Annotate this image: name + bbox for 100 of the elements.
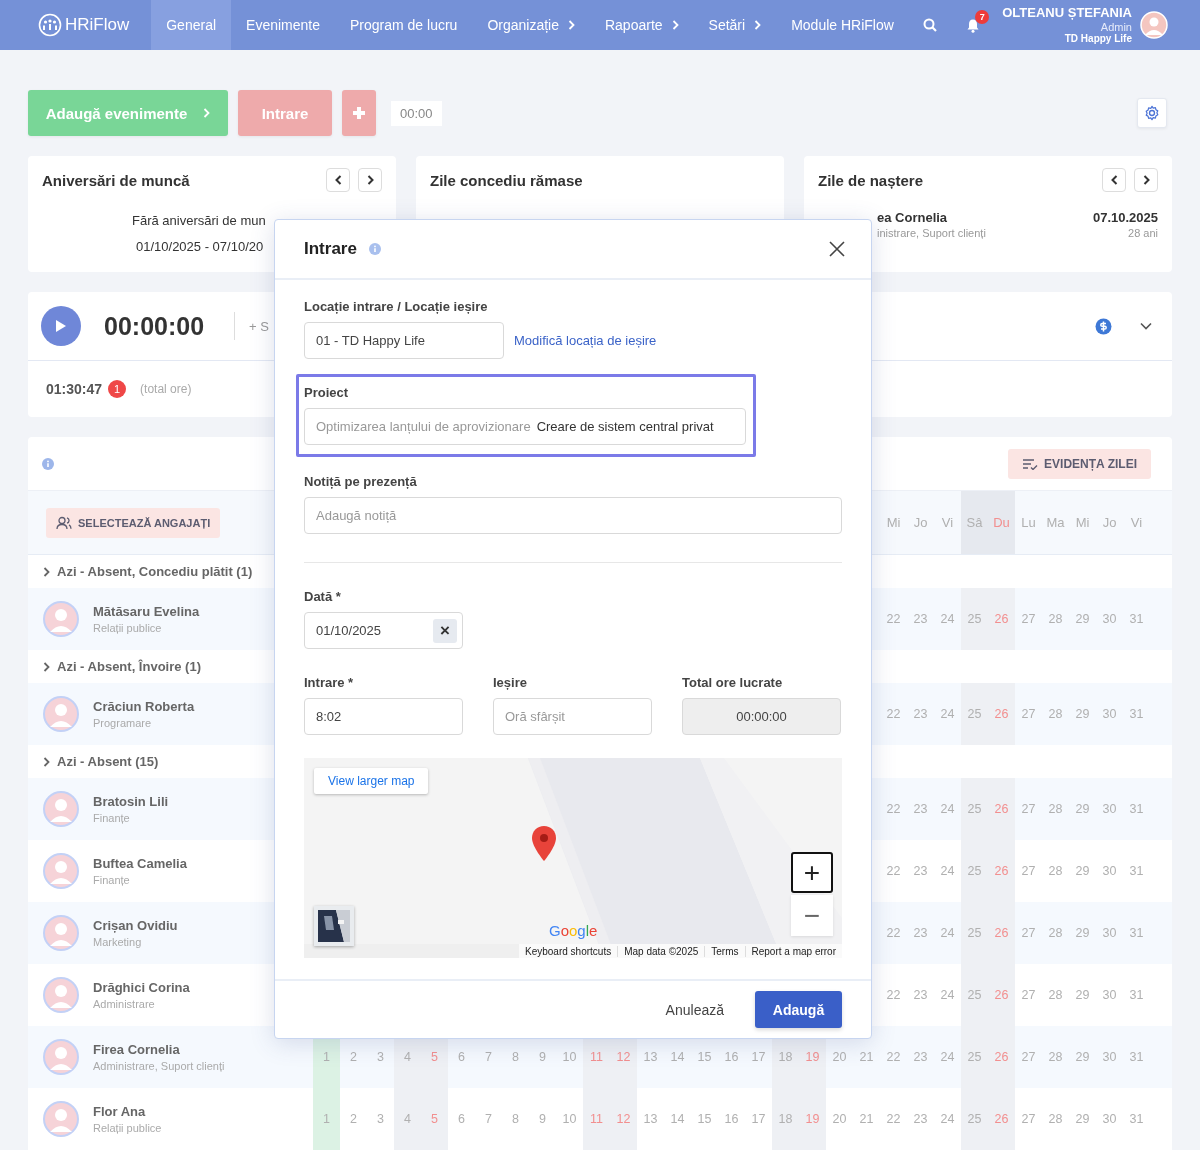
close-icon[interactable] <box>829 241 845 257</box>
day-cell-text: 31 <box>1128 801 1145 818</box>
avatar <box>43 696 79 732</box>
avatar <box>43 977 79 1013</box>
day-cell-text: 24 <box>939 706 956 723</box>
chevron-right-icon <box>1142 175 1150 185</box>
bell-icon[interactable] <box>966 17 981 33</box>
submit-button[interactable]: Adaugă <box>755 991 842 1028</box>
change-location-link[interactable]: Modifică locația de ieșire <box>514 333 657 348</box>
day-cell-text: 30 <box>1101 1049 1118 1066</box>
dollar-icon[interactable] <box>1095 317 1112 335</box>
select-employees-button[interactable]: SELECTEAZĂ ANGAJAȚI <box>46 507 221 538</box>
avatar[interactable] <box>1140 11 1168 39</box>
user-name: OLTEANU ȘTEFANIA <box>1002 6 1132 21</box>
day-cell-text: 23 <box>912 863 929 880</box>
day-cell-text: 22 <box>885 706 902 723</box>
view-larger-map-button[interactable]: View larger map <box>314 768 429 794</box>
employee-department: Finanțe <box>93 812 131 824</box>
nav-tab[interactable]: Rapoarte <box>589 0 694 50</box>
brand-name: HRiFlow <box>65 15 130 35</box>
map-link[interactable]: Report a map error <box>744 945 842 957</box>
day-cell: 19 <box>799 1088 826 1150</box>
day-cell-text: 29 <box>1074 1111 1091 1128</box>
map-link[interactable]: Terms <box>704 945 745 957</box>
zoom-in-button[interactable]: + <box>791 852 833 893</box>
next-button[interactable] <box>358 168 382 192</box>
avatar <box>43 601 79 637</box>
day-cell-text: 22 <box>885 611 902 628</box>
project-select[interactable]: Optimizarea lanțului de aprovizionare Creare de sistem central privat <box>304 408 746 445</box>
total-label: (total ore) <box>140 382 192 396</box>
day-cell-text: 27 <box>1020 925 1037 942</box>
day-cell: 25 <box>961 964 988 1026</box>
weekday-header: Jo <box>1101 514 1118 532</box>
day-cell-text: 7 <box>484 1049 493 1066</box>
day-cell-text: 27 <box>1020 1049 1037 1066</box>
dialog-title: Intrare <box>304 239 357 259</box>
day-cell-text: 30 <box>1101 863 1118 880</box>
day-cell-text: 20 <box>831 1049 848 1066</box>
clear-button[interactable]: × <box>433 618 457 643</box>
chevron-right-icon <box>43 566 50 577</box>
day-record-button[interactable]: EVIDENȚA ZILEI <box>1008 448 1151 479</box>
employee-name: Flor Ana <box>93 1104 147 1119</box>
group-header[interactable]: Azi - Absent, Concediu plătit (1) <box>43 555 253 588</box>
previous-button[interactable] <box>326 168 350 192</box>
day-cell-text: 31 <box>1128 611 1145 628</box>
day-cell-text: 17 <box>750 1111 767 1128</box>
nav-tab[interactable]: Evenimente <box>231 0 335 50</box>
day-cell-text: 27 <box>1020 1111 1037 1128</box>
day-cell-text: 27 <box>1020 987 1037 1004</box>
previous-button[interactable] <box>1102 168 1126 192</box>
nav-tab[interactable]: Module HRiFlow <box>776 0 909 50</box>
day-cell-text: 31 <box>1128 863 1145 880</box>
location-select[interactable]: 01 - TD Happy Life <box>304 322 504 359</box>
nav-tab[interactable]: Organizație <box>472 0 590 50</box>
day-cell-text: 30 <box>1101 706 1118 723</box>
zoom-out-button[interactable]: − <box>791 895 833 936</box>
day-cell-text: 24 <box>939 1049 956 1066</box>
day-cell-text: 9 <box>538 1049 547 1066</box>
day-cell: 4 <box>394 1088 421 1150</box>
day-cell: 26 <box>988 588 1015 650</box>
group-header[interactable]: Azi - Absent (15) <box>43 745 159 778</box>
avatar <box>43 853 79 889</box>
settings-icon <box>1144 104 1160 122</box>
time-field[interactable]: 8:02 <box>304 698 463 735</box>
date-field[interactable]: 01/10/2025 × <box>304 612 463 649</box>
search-icon[interactable] <box>922 18 937 32</box>
map-logo: Google <box>549 922 598 939</box>
card-title: Zile concediu rămase <box>430 171 583 189</box>
day-cell-text: 27 <box>1020 863 1037 880</box>
day-cell-text: 28 <box>1047 1111 1064 1128</box>
day-cell-text: 30 <box>1101 1111 1118 1128</box>
employee-department: Administrare <box>93 998 156 1010</box>
day-cell: 26 <box>988 964 1015 1026</box>
action-link[interactable]: + S <box>249 318 269 334</box>
avatar <box>43 1039 79 1075</box>
list-check-icon <box>1022 457 1039 470</box>
group-header[interactable]: Azi - Absent, Învoire (1) <box>43 650 201 683</box>
time-field[interactable]: Oră sfârșit <box>493 698 652 735</box>
day-cell-text: 28 <box>1047 987 1064 1004</box>
day-cell-text: 29 <box>1074 987 1091 1004</box>
play-button[interactable] <box>41 306 81 346</box>
employee-name: Crișan Ovidiu <box>93 918 178 933</box>
chevron-down-icon[interactable] <box>1140 322 1152 330</box>
next-button[interactable] <box>1134 168 1158 192</box>
day-cell-text: 30 <box>1101 987 1118 1004</box>
settings-button[interactable] <box>1137 98 1167 128</box>
note-field[interactable]: Adaugă notiță <box>304 497 842 534</box>
nav-tab[interactable]: Program de lucru <box>335 0 473 50</box>
day-cell: 26 <box>988 1026 1015 1088</box>
nav-tab[interactable]: Setări <box>693 0 777 50</box>
avatar <box>43 791 79 827</box>
time-display: 00:00 <box>391 100 442 126</box>
plus-icon <box>352 106 366 120</box>
map-link[interactable]: Keyboard shortcuts <box>519 945 618 957</box>
cancel-button[interactable]: Anulează <box>659 1000 730 1019</box>
day-cell-text: 9 <box>538 1111 547 1128</box>
employee-department: Finanțe <box>93 874 131 886</box>
day-cell-text: 10 <box>561 1049 578 1066</box>
day-cell-text: 30 <box>1101 611 1118 628</box>
map-link[interactable]: Map data ©2025 <box>617 945 705 957</box>
